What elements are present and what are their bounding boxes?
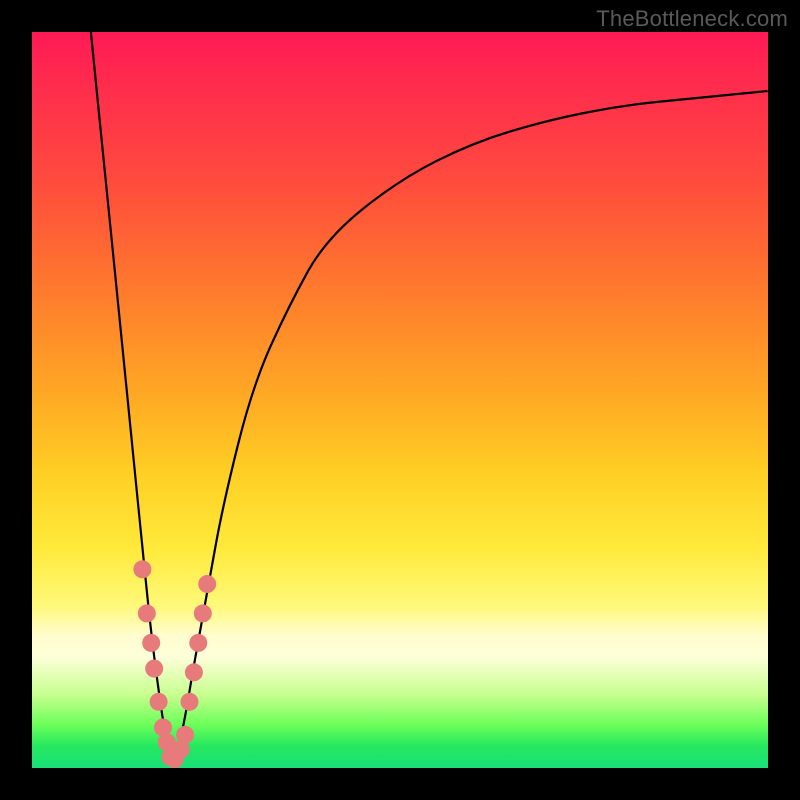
data-marker <box>150 693 168 711</box>
data-marker <box>181 693 199 711</box>
chart-frame: TheBottleneck.com <box>0 0 800 800</box>
watermark-text: TheBottleneck.com <box>596 6 788 32</box>
data-marker <box>189 634 207 652</box>
data-marker <box>176 726 194 744</box>
data-marker <box>145 660 163 678</box>
curve-layer <box>32 32 768 768</box>
data-marker <box>185 663 203 681</box>
data-marker <box>194 604 212 622</box>
data-marker <box>138 604 156 622</box>
data-marker <box>142 634 160 652</box>
data-marker <box>198 575 216 593</box>
data-marker <box>133 560 151 578</box>
plot-area <box>32 32 768 768</box>
